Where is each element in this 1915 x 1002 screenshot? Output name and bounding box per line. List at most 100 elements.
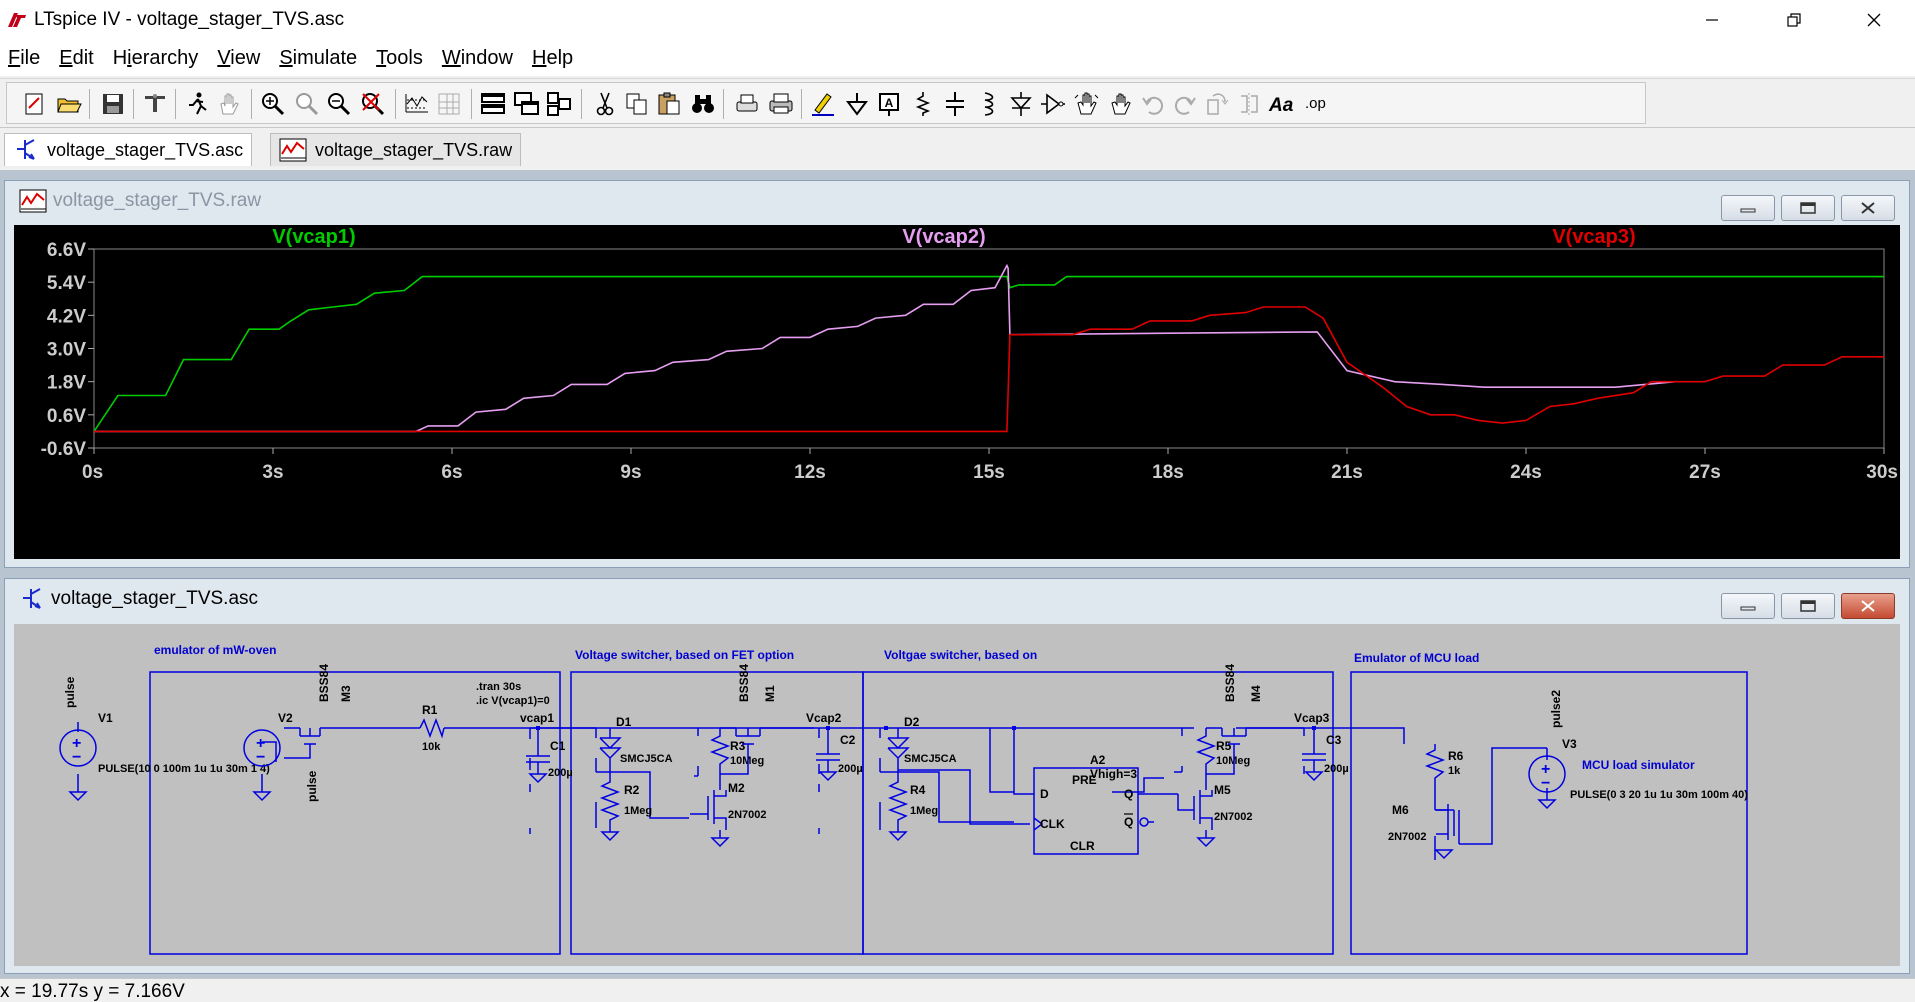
restore-button[interactable] xyxy=(1765,0,1823,40)
draw-wire-icon[interactable] xyxy=(809,90,837,118)
zoom-out-icon[interactable] xyxy=(325,90,353,118)
minimize-button[interactable] xyxy=(1683,0,1741,40)
control-panel-icon[interactable] xyxy=(141,90,169,118)
label-v3: V3 xyxy=(1562,737,1577,751)
open-folder-icon[interactable] xyxy=(55,90,83,118)
x-tick-label: 27s xyxy=(1689,462,1721,483)
x-tick-label: 30s xyxy=(1866,462,1898,483)
text-icon[interactable]: Aa xyxy=(1267,90,1299,118)
run-icon[interactable] xyxy=(183,90,211,118)
y-tick-label: 1.8V xyxy=(47,373,86,394)
spice-directive-icon[interactable]: .op xyxy=(1303,90,1335,118)
autorange-icon[interactable] xyxy=(403,90,431,118)
schematic-canvas[interactable]: emulator of mW-oven Voltage switcher, ba… xyxy=(14,624,1900,966)
label-m2-value: 2N7002 xyxy=(728,809,767,821)
label-pulse2: pulse2 xyxy=(1549,690,1563,728)
sch-close-button[interactable] xyxy=(1841,593,1895,619)
capacitor-icon[interactable] xyxy=(941,90,969,118)
component-icon[interactable] xyxy=(1039,90,1067,118)
label-m6-value: 2N7002 xyxy=(1388,831,1427,843)
junction-dot xyxy=(884,726,888,730)
menu-bar: File Edit Hierarchy View Simulate Tools … xyxy=(0,40,1915,76)
label-a2: A2 xyxy=(1090,753,1106,767)
cut-icon[interactable] xyxy=(591,90,619,118)
new-schematic-icon[interactable] xyxy=(21,90,49,118)
menu-hierarchy[interactable]: Hierarchy xyxy=(105,47,210,70)
resistor-icon[interactable] xyxy=(909,90,937,118)
find-binoculars-icon[interactable] xyxy=(689,90,717,118)
region-title: Emulator of MCU load xyxy=(1354,651,1479,665)
menu-view[interactable]: View xyxy=(209,47,271,70)
waveform-icon xyxy=(279,138,307,162)
label-c1-value: 200µ xyxy=(548,767,573,779)
ltspice-app: LTspice IV - voltage_stager_TVS.asc File… xyxy=(0,0,1915,1002)
inductor-icon[interactable] xyxy=(973,90,1001,118)
svg-text:Aa: Aa xyxy=(1268,95,1294,116)
halt-hand-icon[interactable] xyxy=(215,90,243,118)
save-icon[interactable] xyxy=(99,90,127,118)
sch-minimize-button[interactable] xyxy=(1721,593,1775,619)
copy-icon[interactable] xyxy=(623,90,651,118)
menu-help[interactable]: Help xyxy=(524,47,584,70)
window-title: LTspice IV - voltage_stager_TVS.asc xyxy=(34,9,345,30)
undo-icon[interactable] xyxy=(1139,90,1167,118)
plot-minimize-button[interactable] xyxy=(1721,195,1775,221)
pin-clk: CLK xyxy=(1040,817,1065,831)
label-d2: D2 xyxy=(904,715,920,729)
cascade-icon[interactable] xyxy=(513,90,541,118)
rotate-icon[interactable] xyxy=(1203,90,1231,118)
region-title: Voltgae switcher, based on xyxy=(884,648,1037,662)
label-v2: V2 xyxy=(278,711,293,725)
x-tick-label: 6s xyxy=(441,462,462,483)
pin-qbar: Q xyxy=(1124,815,1133,829)
minimize-icon xyxy=(1706,19,1718,21)
menu-edit[interactable]: Edit xyxy=(51,47,104,70)
close-button[interactable] xyxy=(1845,0,1903,40)
grid-icon[interactable] xyxy=(435,90,463,118)
label-m1: M1 xyxy=(763,685,777,702)
print-icon[interactable] xyxy=(767,90,795,118)
svg-text:−: − xyxy=(72,749,81,766)
label-r1-value: 10k xyxy=(422,741,441,753)
waveform-window-titlebar[interactable]: voltage_stager_TVS.raw xyxy=(5,181,1909,221)
label-net-icon[interactable]: A xyxy=(875,90,903,118)
legend-entry-2[interactable]: V(vcap2) xyxy=(902,226,985,248)
pin-clr: CLR xyxy=(1070,839,1095,853)
menu-window[interactable]: Window xyxy=(434,47,524,70)
waveform-icon xyxy=(19,189,47,213)
redo-icon[interactable] xyxy=(1171,90,1199,118)
diode-icon[interactable] xyxy=(1007,90,1035,118)
plot-maximize-button[interactable] xyxy=(1781,195,1835,221)
tile-vertical-icon[interactable] xyxy=(545,90,573,118)
label-r6: R6 xyxy=(1448,749,1464,763)
tile-horizontal-icon[interactable] xyxy=(479,90,507,118)
pin-q: Q xyxy=(1124,787,1133,801)
print-preview-icon[interactable] xyxy=(733,90,761,118)
x-tick-label: 9s xyxy=(620,462,641,483)
schematic-window-titlebar[interactable]: voltage_stager_TVS.asc xyxy=(5,579,1909,619)
plot-close-button[interactable] xyxy=(1841,195,1895,221)
sch-maximize-button[interactable] xyxy=(1781,593,1835,619)
tab-schematic[interactable]: voltage_stager_TVS.asc xyxy=(4,133,253,166)
drag-hand-icon[interactable] xyxy=(1107,90,1135,118)
menu-tools[interactable]: Tools xyxy=(368,47,434,70)
plot-background xyxy=(14,225,1900,559)
zoom-area-icon[interactable] xyxy=(293,90,321,118)
legend-entry-1[interactable]: V(vcap1) xyxy=(272,226,355,248)
ground-icon[interactable] xyxy=(843,90,871,118)
zoom-in-icon[interactable] xyxy=(259,90,287,118)
y-tick-label: 0.6V xyxy=(47,406,86,427)
move-hand-icon[interactable] xyxy=(1073,90,1101,118)
region-title: emulator of mW-oven xyxy=(154,643,276,657)
label-m5: M5 xyxy=(1214,783,1231,797)
waveform-plot[interactable]: 6.6V 5.4V 4.2V 3.0V 1.8V 0.6V -0.6V 0s 3s 6s 9s 12… xyxy=(14,225,1900,559)
tab-waveform[interactable]: voltage_stager_TVS.raw xyxy=(270,133,522,166)
zoom-fit-icon[interactable] xyxy=(359,90,387,118)
menu-file[interactable]: File xyxy=(0,47,51,70)
minimize-icon xyxy=(1740,208,1756,213)
toolbar-separator xyxy=(89,89,90,119)
mirror-icon[interactable] xyxy=(1235,90,1263,118)
paste-icon[interactable] xyxy=(655,90,683,118)
menu-simulate[interactable]: Simulate xyxy=(271,47,368,70)
legend-entry-3[interactable]: V(vcap3) xyxy=(1552,226,1635,248)
